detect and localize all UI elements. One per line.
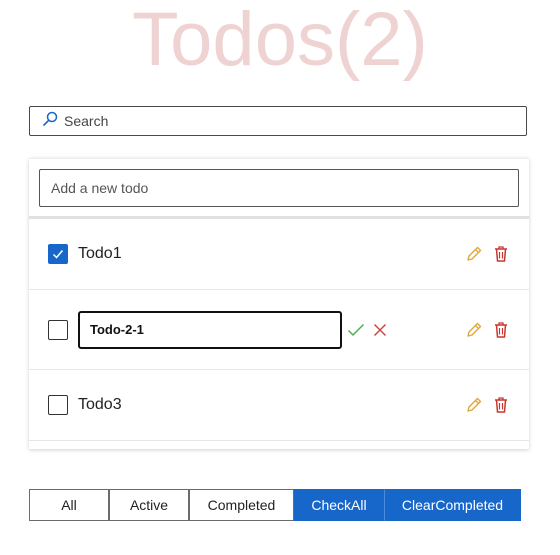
todo-card: Todo1 [29,158,529,449]
check-all-button[interactable]: CheckAll [294,489,384,521]
filter-all-button[interactable]: All [29,489,109,521]
cancel-edit-icon[interactable] [373,323,387,337]
todo-row: Todo3 [29,370,529,441]
trash-icon[interactable] [493,245,509,263]
todo-checkbox[interactable] [48,319,68,340]
pencil-icon[interactable] [465,245,483,263]
search-box[interactable] [29,106,527,136]
add-todo-input[interactable] [39,169,519,207]
filter-bar: All Active Completed CheckAll ClearCompl… [29,489,521,521]
pencil-icon[interactable] [465,396,483,414]
page-title: Todos(2) [132,0,428,82]
todo-row: Todo1 [29,219,529,290]
clear-completed-button[interactable]: ClearCompleted [384,489,521,521]
todo-checkbox[interactable] [48,244,68,264]
checkmark-icon [52,250,64,259]
trash-icon[interactable] [493,396,509,414]
search-icon [30,111,64,132]
add-todo-section [29,159,529,219]
trash-icon[interactable] [493,321,509,339]
todo-checkbox[interactable] [48,395,68,415]
todo-edit-input[interactable] [78,310,342,349]
todo-row-editing [29,290,529,370]
filter-completed-button[interactable]: Completed [189,489,294,521]
todo-label: Todo1 [78,245,122,262]
filter-active-button[interactable]: Active [109,489,189,521]
confirm-edit-icon[interactable] [347,323,365,337]
pencil-icon[interactable] [465,321,483,339]
search-input[interactable] [64,113,504,129]
todo-label: Todo3 [78,396,122,413]
